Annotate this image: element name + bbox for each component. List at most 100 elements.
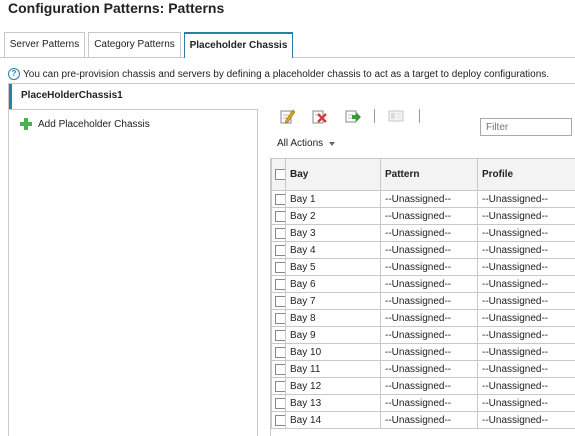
- row-select-cell: [271, 394, 286, 412]
- row-checkbox[interactable]: [275, 329, 285, 341]
- row-checkbox[interactable]: [275, 414, 285, 426]
- chassis-list-panel: PlaceHolderChassis1 Add Placeholder Chas…: [8, 84, 258, 436]
- bays-table: Bay Pattern Profile Bay 1 --Unassigned-- -…: [270, 158, 575, 436]
- pattern-cell: --Unassigned--: [380, 377, 478, 395]
- row-checkbox[interactable]: [275, 363, 285, 375]
- add-placeholder-chassis-button[interactable]: Add Placeholder Chassis: [20, 118, 150, 130]
- profile-cell: --Unassigned--: [477, 190, 575, 208]
- table-row[interactable]: Bay 1 --Unassigned-- --Unassigned--: [271, 190, 575, 208]
- pattern-cell: --Unassigned--: [380, 411, 478, 429]
- bay-cell: Bay 5: [285, 258, 381, 276]
- info-text: You can pre-provision chassis and server…: [23, 68, 550, 80]
- profile-cell: --Unassigned--: [477, 292, 575, 310]
- pattern-cell: --Unassigned--: [380, 360, 478, 378]
- bay-cell: Bay 1: [285, 190, 381, 208]
- row-select-cell: [271, 360, 286, 378]
- table-row[interactable]: Bay 9 --Unassigned-- --Unassigned--: [271, 326, 575, 344]
- profile-cell: --Unassigned--: [477, 326, 575, 344]
- row-checkbox[interactable]: [275, 193, 285, 205]
- bay-cell: Bay 9: [285, 326, 381, 344]
- table-row[interactable]: Bay 2 --Unassigned-- --Unassigned--: [271, 207, 575, 225]
- all-actions-label: All Actions: [277, 138, 324, 149]
- row-select-cell: [271, 190, 286, 208]
- row-select-cell: [271, 292, 286, 310]
- column-header-profile[interactable]: Profile: [477, 158, 575, 191]
- bay-cell: Bay 10: [285, 343, 381, 361]
- table-row[interactable]: Bay 11 --Unassigned-- --Unassigned--: [271, 360, 575, 378]
- row-checkbox[interactable]: [275, 346, 285, 358]
- row-select-cell: [271, 326, 286, 344]
- column-header-pattern[interactable]: Pattern: [380, 158, 478, 191]
- toolbar-separator: [419, 109, 420, 123]
- toolbar-separator: [374, 109, 375, 123]
- table-row[interactable]: Bay 5 --Unassigned-- --Unassigned--: [271, 258, 575, 276]
- edit-icon[interactable]: [279, 108, 295, 124]
- plus-icon: [20, 118, 32, 130]
- table-row[interactable]: Bay 3 --Unassigned-- --Unassigned--: [271, 224, 575, 242]
- select-all-cell: [271, 158, 286, 191]
- column-header-bay[interactable]: Bay: [285, 158, 381, 191]
- divider: [9, 109, 258, 110]
- deploy-icon[interactable]: [345, 108, 361, 124]
- profile-cell: --Unassigned--: [477, 275, 575, 293]
- pattern-cell: --Unassigned--: [380, 207, 478, 225]
- row-select-cell: [271, 258, 286, 276]
- profile-cell: --Unassigned--: [477, 258, 575, 276]
- table-row[interactable]: Bay 10 --Unassigned-- --Unassigned--: [271, 343, 575, 361]
- pattern-cell: --Unassigned--: [380, 275, 478, 293]
- bay-cell: Bay 7: [285, 292, 381, 310]
- row-select-cell: [271, 241, 286, 259]
- pattern-cell: --Unassigned--: [380, 309, 478, 327]
- pattern-cell: --Unassigned--: [380, 241, 478, 259]
- profile-cell: --Unassigned--: [477, 224, 575, 242]
- row-checkbox[interactable]: [275, 295, 285, 307]
- bay-cell: Bay 8: [285, 309, 381, 327]
- tab-placeholder-chassis[interactable]: Placeholder Chassis: [184, 32, 293, 58]
- select-all-checkbox[interactable]: [275, 169, 286, 180]
- tab-category-patterns[interactable]: Category Patterns: [88, 32, 181, 57]
- row-checkbox[interactable]: [275, 244, 285, 256]
- table-row[interactable]: Bay 13 --Unassigned-- --Unassigned--: [271, 394, 575, 412]
- table-row[interactable]: Bay 6 --Unassigned-- --Unassigned--: [271, 275, 575, 293]
- table-header-row: Bay Pattern Profile: [271, 158, 575, 191]
- row-select-cell: [271, 377, 286, 395]
- chassis-list-item[interactable]: PlaceHolderChassis1: [9, 84, 258, 109]
- row-select-cell: [271, 275, 286, 293]
- delete-icon[interactable]: [311, 108, 327, 124]
- help-circle-icon[interactable]: ?: [8, 68, 20, 80]
- pattern-cell: --Unassigned--: [380, 394, 478, 412]
- pattern-cell: --Unassigned--: [380, 190, 478, 208]
- row-checkbox[interactable]: [275, 397, 285, 409]
- pattern-cell: --Unassigned--: [380, 258, 478, 276]
- row-checkbox[interactable]: [275, 312, 285, 324]
- chevron-down-icon: [329, 141, 336, 146]
- profile-cell: --Unassigned--: [477, 360, 575, 378]
- page-title: Configuration Patterns: Patterns: [8, 0, 225, 16]
- row-checkbox[interactable]: [275, 380, 285, 392]
- table-row[interactable]: Bay 12 --Unassigned-- --Unassigned--: [271, 377, 575, 395]
- row-checkbox[interactable]: [275, 278, 285, 290]
- table-row[interactable]: Bay 7 --Unassigned-- --Unassigned--: [271, 292, 575, 310]
- table-row[interactable]: Bay 4 --Unassigned-- --Unassigned--: [271, 241, 575, 259]
- profile-cell: --Unassigned--: [477, 343, 575, 361]
- bay-cell: Bay 14: [285, 411, 381, 429]
- unassign-icon[interactable]: [388, 108, 404, 124]
- all-actions-dropdown[interactable]: All Actions: [277, 138, 336, 149]
- bay-cell: Bay 13: [285, 394, 381, 412]
- row-select-cell: [271, 411, 286, 429]
- tab-server-patterns[interactable]: Server Patterns: [4, 32, 85, 57]
- profile-cell: --Unassigned--: [477, 309, 575, 327]
- pattern-cell: --Unassigned--: [380, 343, 478, 361]
- bay-cell: Bay 4: [285, 241, 381, 259]
- filter-input[interactable]: [480, 118, 572, 136]
- row-checkbox[interactable]: [275, 261, 285, 273]
- row-checkbox[interactable]: [275, 210, 285, 222]
- row-select-cell: [271, 309, 286, 327]
- row-select-cell: [271, 224, 286, 242]
- profile-cell: --Unassigned--: [477, 411, 575, 429]
- row-checkbox[interactable]: [275, 227, 285, 239]
- profile-cell: --Unassigned--: [477, 394, 575, 412]
- table-row[interactable]: Bay 8 --Unassigned-- --Unassigned--: [271, 309, 575, 327]
- pattern-cell: --Unassigned--: [380, 292, 478, 310]
- table-row[interactable]: Bay 14 --Unassigned-- --Unassigned--: [271, 411, 575, 429]
